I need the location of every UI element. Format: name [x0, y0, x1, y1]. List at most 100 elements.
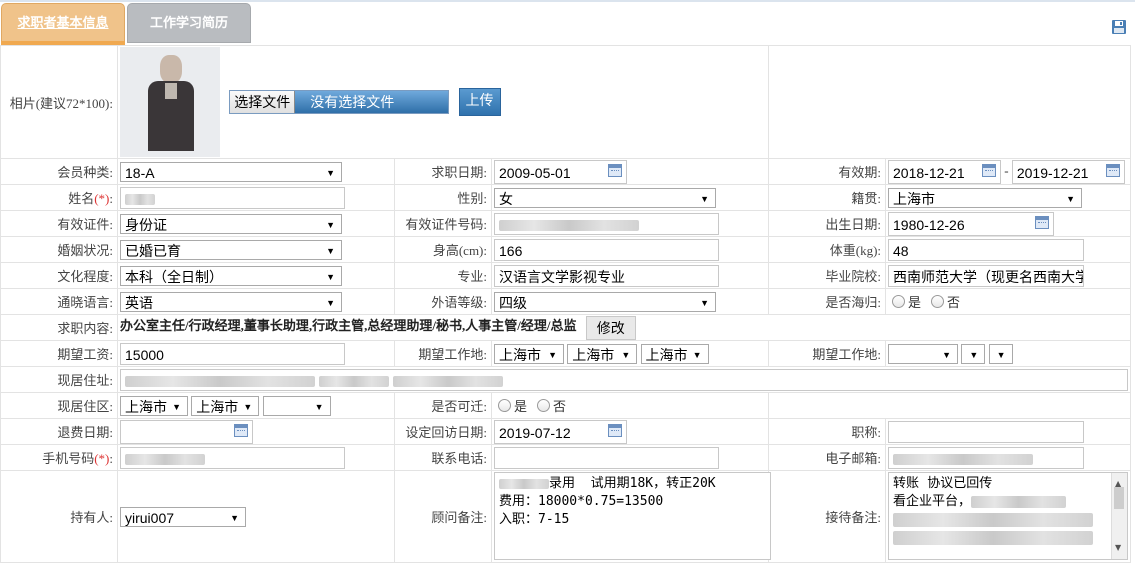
chevron-down-icon: ▼ — [969, 349, 979, 360]
holder-select[interactable]: yirui007 ▼ — [120, 506, 246, 527]
calendar-icon[interactable] — [1105, 163, 1120, 177]
relocate-no-radio[interactable] — [537, 399, 551, 412]
salary-input[interactable]: 15000 — [120, 342, 345, 365]
chevron-down-icon: ▼ — [942, 349, 952, 360]
callback-date-label: 设定回访日期: — [394, 418, 492, 445]
calendar-icon[interactable] — [1035, 215, 1050, 229]
work-city-select[interactable]: 上海市 ▼ — [567, 343, 638, 364]
phone-input[interactable] — [494, 446, 719, 469]
area-label: 现居住区: — [0, 392, 118, 419]
education-label: 文化程度: — [0, 262, 118, 289]
scroll-thumb[interactable] — [1114, 487, 1125, 509]
redacted-text — [318, 376, 389, 388]
advisor-note-textarea[interactable]: 录用 试用期18K，转正20K 费用：18000*0.75=13500 入职：7… — [494, 472, 771, 560]
height-input[interactable]: 166 — [494, 238, 719, 261]
relocate-yes-radio[interactable] — [498, 399, 511, 412]
redacted-text — [893, 530, 1094, 545]
tab-resume[interactable]: 工作学习简历 — [127, 3, 251, 43]
scrollbar[interactable]: ▲ ▼ — [1111, 473, 1128, 559]
redacted-text — [893, 512, 1094, 527]
valid-to-input[interactable]: 2019-12-21 — [1011, 159, 1125, 184]
holder-label: 持有人: — [0, 470, 118, 563]
work-place-label: 期望工作地: — [394, 340, 492, 367]
upload-button[interactable]: 上传 — [458, 88, 501, 116]
returnee-yes-radio[interactable] — [892, 295, 906, 308]
member-type-label: 会员种类: — [0, 158, 118, 185]
name-label: 姓名(*): — [0, 184, 118, 211]
education-select[interactable]: 本科（全日制） ▼ — [120, 265, 342, 286]
work2-city-select[interactable]: ▼ — [961, 343, 986, 364]
chevron-down-icon: ▼ — [692, 349, 702, 360]
reception-note-textarea[interactable]: 转账 协议已回传 看企业平台， ▲ ▼ — [888, 472, 1129, 560]
valid-period-label: 有效期: — [768, 158, 887, 185]
chevron-down-icon: ▼ — [230, 512, 239, 523]
calendar-icon[interactable] — [982, 163, 997, 177]
chevron-down-icon: ▼ — [326, 219, 335, 230]
school-input[interactable]: 西南师范大学（现更名西南大学） — [888, 264, 1085, 287]
area-city-select[interactable]: 上海市 ▼ — [191, 395, 260, 416]
job-content-label: 求职内容: — [0, 314, 118, 341]
work-place2-label: 期望工作地: — [768, 340, 887, 367]
title-input[interactable] — [888, 420, 1085, 443]
edit-job-content-button[interactable]: 修改 — [585, 315, 636, 340]
title-label: 职称: — [768, 418, 887, 445]
name-input[interactable] — [120, 186, 345, 209]
redacted-text — [971, 495, 1067, 508]
language-select[interactable]: 英语 ▼ — [120, 291, 342, 312]
refund-date-label: 退费日期: — [0, 418, 118, 445]
scroll-down-icon[interactable]: ▼ — [1115, 539, 1121, 557]
chevron-down-icon: ▼ — [326, 297, 335, 308]
advisor-note-label: 顾问备注: — [394, 470, 492, 563]
calendar-icon[interactable] — [608, 163, 622, 177]
language-level-select[interactable]: 四级 ▼ — [494, 291, 716, 312]
callback-date-input[interactable]: 2019-07-12 — [494, 419, 627, 444]
applicant-photo — [120, 47, 220, 157]
reception-note-label: 接待备注: — [768, 470, 887, 563]
chevron-down-icon: ▼ — [314, 401, 324, 412]
file-input[interactable]: 选择文件 没有选择文件 — [229, 90, 450, 114]
work-province-select[interactable]: 上海市 ▼ — [494, 343, 564, 364]
id-number-label: 有效证件号码: — [394, 210, 492, 237]
chevron-down-icon: ▼ — [326, 167, 335, 178]
work-district-select[interactable]: 上海市 ▼ — [640, 343, 709, 364]
calendar-icon[interactable] — [234, 423, 248, 437]
save-icon[interactable] — [1111, 19, 1127, 35]
photo-cell: 选择文件 没有选择文件 上传 — [116, 45, 770, 159]
language-label: 通晓语言: — [0, 288, 118, 315]
area-district-select[interactable]: ▼ — [262, 395, 331, 416]
redacted-text — [499, 220, 639, 232]
marital-select[interactable]: 已婚已育 ▼ — [120, 239, 342, 260]
relocate-yes-label: 是 — [514, 399, 528, 414]
gender-select[interactable]: 女 ▼ — [494, 187, 716, 208]
id-type-select[interactable]: 身份证 ▼ — [120, 213, 342, 234]
area-province-select[interactable]: 上海市 ▼ — [120, 395, 188, 416]
job-date-input[interactable]: 2009-05-01 — [494, 159, 627, 184]
redacted-text — [499, 478, 549, 489]
birth-date-input[interactable]: 1980-12-26 — [888, 211, 1055, 236]
major-input[interactable]: 汉语言文学影视专业 — [494, 264, 719, 287]
redacted-text — [893, 454, 1034, 466]
mobile-input[interactable] — [120, 446, 345, 469]
major-label: 专业: — [394, 262, 492, 289]
job-content-text: 办公室主任/行政经理,董事长助理,行政主管,总经理助理/秘书,人事主管/经理/总… — [120, 318, 577, 334]
work2-province-select[interactable]: ▼ — [888, 343, 959, 364]
native-place-label: 籍贯: — [768, 184, 887, 211]
member-type-select[interactable]: 18-A ▼ — [120, 161, 342, 182]
weight-input[interactable]: 48 — [888, 238, 1085, 261]
valid-from-input[interactable]: 2018-12-21 — [888, 159, 1002, 184]
calendar-icon[interactable] — [608, 423, 622, 437]
address-input[interactable] — [120, 368, 1128, 391]
refund-date-input[interactable] — [120, 419, 253, 444]
job-date-label: 求职日期: — [394, 158, 492, 185]
photo-label: 相片(建议72*100): — [0, 45, 118, 159]
choose-file-button[interactable]: 选择文件 — [230, 91, 296, 113]
redacted-text — [392, 376, 503, 388]
tab-basic-info[interactable]: 求职者基本信息 — [1, 3, 125, 42]
chevron-down-icon: ▼ — [172, 401, 181, 412]
gender-label: 性别: — [394, 184, 492, 211]
id-number-input[interactable] — [494, 212, 719, 235]
native-place-select[interactable]: 上海市 ▼ — [888, 187, 1083, 208]
email-input[interactable] — [888, 446, 1085, 469]
work2-district-select[interactable]: ▼ — [988, 343, 1013, 364]
returnee-no-radio[interactable] — [931, 295, 945, 308]
